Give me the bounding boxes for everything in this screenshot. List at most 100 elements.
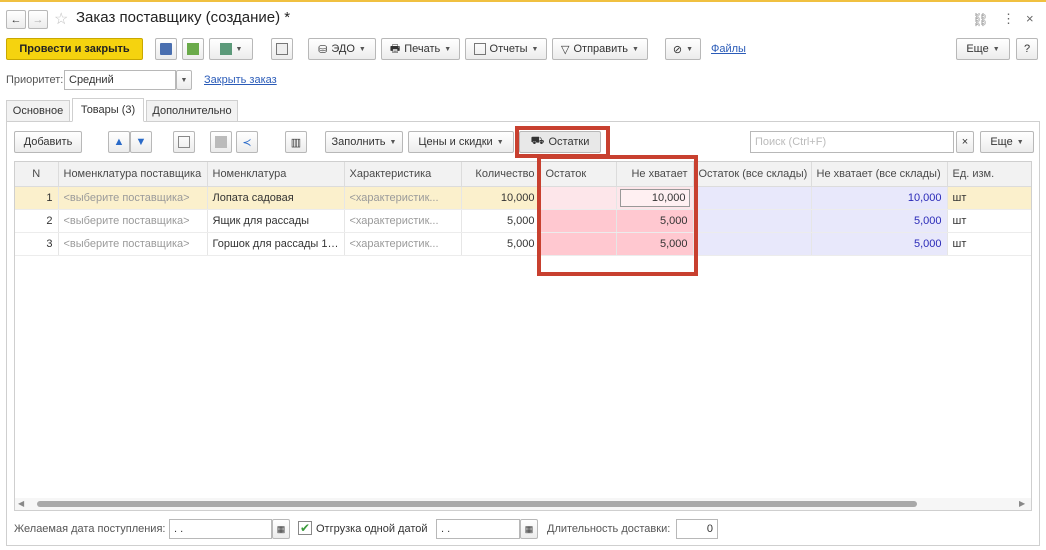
column-header-shortage-all[interactable]: Не хватает (все склады)	[811, 162, 948, 187]
horizontal-scrollbar[interactable]: ◀ ▶	[15, 498, 1031, 510]
item-cell[interactable]: Лопата садовая	[207, 186, 345, 210]
scrollbar-thumb[interactable]	[37, 501, 917, 507]
scroll-left-icon[interactable]: ◀	[18, 499, 24, 508]
priority-select[interactable]: Средний	[64, 70, 176, 90]
column-header-n[interactable]: N	[15, 162, 59, 187]
back-button[interactable]: ←	[6, 10, 26, 29]
grid-more-label: Еще	[990, 136, 1013, 148]
save-button[interactable]	[155, 38, 177, 60]
clipboard-button[interactable]	[210, 131, 232, 153]
forward-button[interactable]: →	[28, 10, 48, 29]
column-header-quantity[interactable]: Количество	[461, 162, 541, 187]
tab-goods[interactable]: Товары (3)	[72, 98, 144, 122]
move-up-button[interactable]: ▲	[108, 131, 130, 153]
close-order-link[interactable]: Закрыть заказ	[204, 74, 277, 86]
create-based-on-button[interactable]: ▼	[209, 38, 253, 60]
arrow-right-icon: →	[32, 13, 44, 26]
files-link[interactable]: Файлы	[711, 43, 746, 55]
column-header-unit[interactable]: Ед. изм.	[947, 162, 1031, 187]
chevron-down-icon: ▼	[686, 45, 694, 53]
priority-dropdown-button[interactable]: ▼	[176, 70, 192, 90]
one-date-calendar-button[interactable]: ▦	[520, 519, 538, 539]
close-icon[interactable]: ×	[1026, 11, 1034, 26]
delivery-duration-field[interactable]: 0	[676, 519, 718, 539]
characteristic-cell[interactable]: <характеристик...	[344, 186, 462, 210]
fill-button[interactable]: Заполнить ▼	[325, 131, 403, 153]
calendar-icon: ▦	[524, 523, 534, 534]
move-down-button[interactable]: ▼	[130, 131, 152, 153]
more-label: Еще	[966, 43, 989, 55]
priority-value: Средний	[69, 74, 114, 86]
desired-date-value: . .	[174, 523, 184, 535]
table-row[interactable]: 2 <выберите поставщика> Ящик для рассады…	[15, 209, 1031, 233]
supplier-item-cell[interactable]: <выберите поставщика>	[58, 232, 208, 256]
desired-date-calendar-button[interactable]: ▦	[272, 519, 290, 539]
print-label: Печать	[404, 43, 441, 55]
search-input[interactable]: Поиск (Ctrl+F)	[750, 131, 954, 153]
clear-search-button[interactable]: ×	[956, 131, 974, 153]
page-title: Заказ поставщику (создание) *	[76, 9, 291, 26]
more-button[interactable]: Еще ▼	[956, 38, 1010, 60]
calendar-icon: ▦	[276, 523, 286, 534]
chevron-down-icon: ▼	[444, 45, 452, 53]
one-date-checkbox[interactable]: ✔	[298, 521, 312, 535]
attachments-button[interactable]: ⊘ ▼	[665, 38, 701, 60]
stock-all-cell	[693, 232, 812, 256]
quantity-cell[interactable]: 5,000	[461, 232, 541, 256]
copy-button[interactable]	[173, 131, 195, 153]
tab-additional[interactable]: Дополнительно	[146, 100, 238, 121]
row-number: 3	[15, 232, 59, 256]
row-number: 2	[15, 209, 59, 233]
highlight-stock-columns-frame	[537, 155, 698, 276]
unit-cell[interactable]: шт	[947, 232, 1031, 256]
post-button[interactable]	[182, 38, 204, 60]
more-options-icon[interactable]: ⋮	[1002, 11, 1015, 27]
prices-discounts-button[interactable]: Цены и скидки ▼	[408, 131, 514, 153]
delivery-duration-value: 0	[706, 523, 713, 535]
copy-icon	[178, 136, 190, 148]
list-document-icon	[276, 43, 288, 55]
favorite-star-icon[interactable]: ☆	[54, 9, 68, 29]
desired-date-label: Желаемая дата поступления:	[14, 523, 166, 535]
unit-cell[interactable]: шт	[947, 186, 1031, 210]
add-button[interactable]: Добавить	[14, 131, 82, 153]
table-row[interactable]: 3 <выберите поставщика> Горшок для расса…	[15, 232, 1031, 256]
reports-button[interactable]: Отчеты ▼	[465, 38, 547, 60]
table-row[interactable]: 1 <выберите поставщика> Лопата садовая <…	[15, 186, 1031, 210]
checkmark-icon: ✔	[299, 521, 311, 535]
item-cell[interactable]: Ящик для рассады	[207, 209, 345, 233]
send-button[interactable]: ▽ Отправить ▼	[552, 38, 648, 60]
item-cell[interactable]: Горшок для рассады 10...	[207, 232, 345, 256]
supplier-item-cell[interactable]: <выберите поставщика>	[58, 186, 208, 210]
one-date-value: . .	[441, 523, 451, 535]
priority-label: Приоритет:	[6, 74, 64, 86]
column-header-characteristic[interactable]: Характеристика	[344, 162, 462, 187]
edo-button[interactable]: ⛁ ЭДО ▼	[308, 38, 376, 60]
column-header-item[interactable]: Номенклатура	[207, 162, 345, 187]
paperclip-icon: ⊘	[672, 43, 683, 56]
chevron-down-icon: ▼	[496, 138, 504, 146]
arrow-left-icon: ←	[10, 13, 22, 26]
quantity-cell[interactable]: 5,000	[461, 209, 541, 233]
link-icon[interactable]: ⛓	[972, 12, 989, 28]
characteristic-cell[interactable]: <характеристик...	[344, 209, 462, 233]
supplier-item-cell[interactable]: <выберите поставщика>	[58, 209, 208, 233]
post-and-close-button[interactable]: Провести и закрыть	[6, 38, 143, 60]
quantity-cell[interactable]: 10,000	[461, 186, 541, 210]
column-header-supplier-item[interactable]: Номенклатура поставщика	[58, 162, 208, 187]
desired-date-field[interactable]: . .	[169, 519, 272, 539]
search-placeholder: Поиск (Ctrl+F)	[755, 136, 827, 148]
one-date-field[interactable]: . .	[436, 519, 520, 539]
column-header-stock-all[interactable]: Остаток (все склады)	[693, 162, 812, 187]
scroll-right-icon[interactable]: ▶	[1019, 499, 1025, 508]
tab-main[interactable]: Основное	[6, 100, 70, 121]
structure-button[interactable]	[271, 38, 293, 60]
help-button[interactable]: ?	[1016, 38, 1038, 60]
characteristic-cell[interactable]: <характеристик...	[344, 232, 462, 256]
barcode-button[interactable]: ▥	[285, 131, 307, 153]
print-button[interactable]: 🖶 Печать ▼	[381, 38, 460, 60]
grid-more-button[interactable]: Еще ▼	[980, 131, 1034, 153]
row-number: 1	[15, 186, 59, 210]
unit-cell[interactable]: шт	[947, 209, 1031, 233]
share-button[interactable]: ≺	[236, 131, 258, 153]
